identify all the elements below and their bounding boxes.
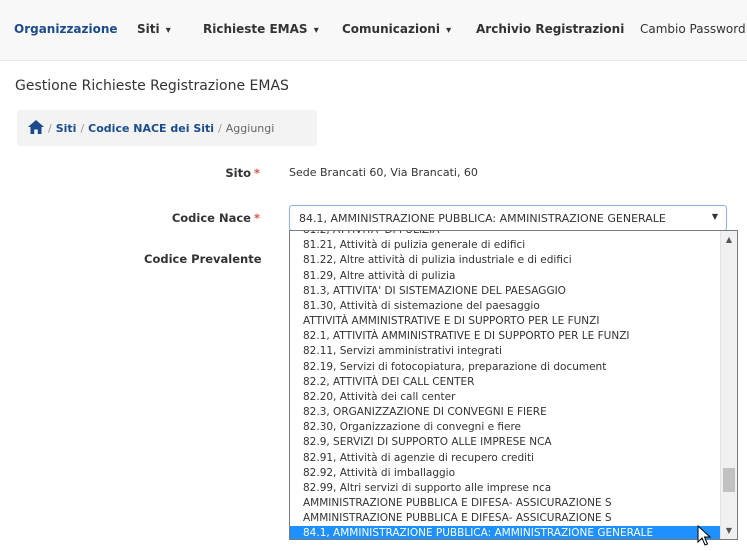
dropdown-option[interactable]: AMMINISTRAZIONE PUBBLICA E DIFESA- ASSIC… [290,511,721,526]
dropdown-option[interactable]: 82.92, Attività di imballaggio [290,466,721,481]
codice-nace-label: Codice Nace * [172,211,260,225]
nav-cambio-password-label: Cambio Password [640,22,746,36]
nav-archivio-registrazioni[interactable]: Archivio Registrazioni [476,22,624,36]
dropdown-option[interactable]: 81.21, Attività di pulizia generale di e… [290,238,721,253]
breadcrumb-current: Aggiungi [225,122,275,135]
dropdown-option-selected[interactable]: 84.1, AMMINISTRAZIONE PUBBLICA: AMMINIST… [290,526,721,539]
scroll-down-icon[interactable]: ▼ [721,522,737,539]
chevron-down-icon: ▼ [711,212,718,221]
page-title: Gestione Richieste Registrazione EMAS [15,78,289,94]
dropdown-option[interactable]: 82.20, Attività dei call center [290,390,721,405]
nav-siti-label: Siti [137,22,160,36]
mouse-cursor-icon [697,525,711,546]
sito-value: Sede Brancati 60, Via Brancati, 60 [289,166,478,179]
top-navbar: Organizzazione Siti ▾ Richieste EMAS ▾ C… [0,0,747,61]
breadcrumb-separator: / [48,122,52,135]
dropdown-option[interactable]: 81.2, ATTIVITA' DI PULIZIA [290,231,721,238]
sito-label: Sito * [225,166,260,180]
dropdown-option[interactable]: 82.3, ORGANIZZAZIONE DI CONVEGNI E FIERE [290,405,721,420]
required-mark: * [253,211,260,225]
dropdown-option[interactable]: ATTIVITÀ AMMINISTRATIVE E DI SUPPORTO PE… [290,314,721,329]
dropdown-option[interactable]: 82.19, Servizi di fotocopiatura, prepara… [290,360,721,375]
nav-comunicazioni[interactable]: Comunicazioni ▾ [342,22,451,36]
codice-nace-selected-value: 84.1, AMMINISTRAZIONE PUBBLICA: AMMINIST… [299,212,666,225]
dropdown-option[interactable]: 81.30, Attività di sistemazione del paes… [290,299,721,314]
home-icon[interactable] [28,120,44,134]
breadcrumb: / Siti / Codice NACE dei Siti / Aggiungi [17,110,317,146]
chevron-down-icon: ▾ [313,25,319,36]
dropdown-option[interactable]: 82.2, ATTIVITÀ DEI CALL CENTER [290,375,721,390]
breadcrumb-codice-nace-link[interactable]: Codice NACE dei Siti [88,122,214,135]
breadcrumb-separator: / [218,122,222,135]
nav-organizzazione-label: Organizzazione [14,22,118,36]
codice-prevalente-label: Codice Prevalente [144,252,262,266]
dropdown-option[interactable]: 82.1, ATTIVITÀ AMMINISTRATIVE E DI SUPPO… [290,329,721,344]
codice-nace-dropdown-list[interactable]: 81.2, ATTIVITA' DI PULIZIA 81.21, Attivit… [289,230,738,540]
breadcrumb-separator: / [80,122,85,135]
dropdown-option[interactable]: 82.9, SERVIZI DI SUPPORTO ALLE IMPRESE N… [290,435,721,450]
dropdown-option[interactable]: 82.30, Organizzazione di convegni e fier… [290,420,721,435]
nav-organizzazione[interactable]: Organizzazione [14,22,118,36]
nav-archivio-registrazioni-label: Archivio Registrazioni [476,22,625,36]
sito-label-text: Sito [225,166,251,180]
dropdown-option[interactable]: 82.91, Attività di agenzie di recupero c… [290,451,721,466]
breadcrumb-siti-link[interactable]: Siti [56,122,77,135]
scroll-up-icon[interactable]: ▲ [721,231,737,248]
dropdown-option[interactable]: 81.3, ATTIVITA' DI SISTEMAZIONE DEL PAES… [290,284,721,299]
nav-siti[interactable]: Siti ▾ [137,22,171,36]
dropdown-scrollbar[interactable]: ▲ ▼ [720,231,737,539]
dropdown-option[interactable]: 82.11, Servizi amministrativi integrati [290,344,721,359]
chevron-down-icon: ▾ [446,25,452,36]
nav-richieste-emas[interactable]: Richieste EMAS ▾ [203,22,319,36]
dropdown-option[interactable]: 82.99, Altri servizi di supporto alle im… [290,481,721,496]
codice-nace-label-text: Codice Nace [171,211,251,225]
required-mark: * [253,166,260,180]
chevron-down-icon: ▾ [165,25,171,36]
nav-richieste-emas-label: Richieste EMAS [203,22,308,36]
dropdown-options: 81.2, ATTIVITA' DI PULIZIA 81.21, Attivit… [290,231,721,539]
scrollbar-thumb[interactable] [723,468,735,492]
dropdown-option[interactable]: 81.22, Altre attività di pulizia industr… [290,253,721,268]
dropdown-option[interactable]: 81.29, Altre attività di pulizia [290,269,721,284]
dropdown-option[interactable]: AMMINISTRAZIONE PUBBLICA E DIFESA- ASSIC… [290,496,721,511]
codice-nace-select[interactable]: 84.1, AMMINISTRAZIONE PUBBLICA: AMMINIST… [289,205,727,231]
nav-cambio-password[interactable]: Cambio Password [640,22,746,36]
nav-comunicazioni-label: Comunicazioni [342,22,440,36]
